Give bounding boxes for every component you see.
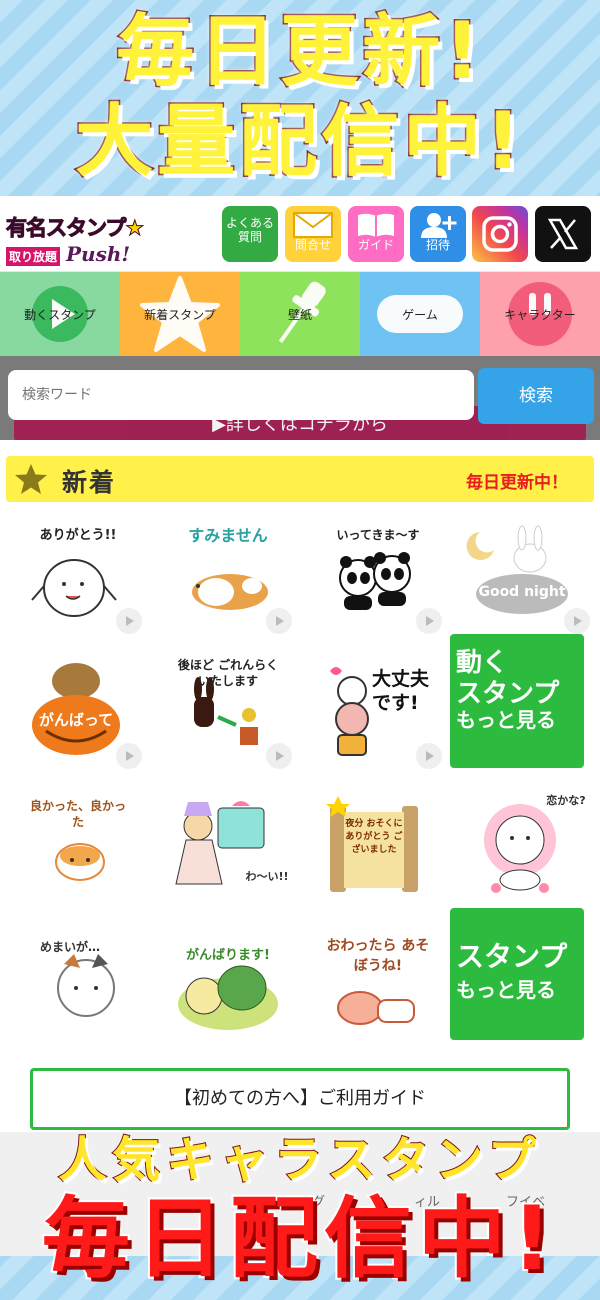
play-badge-icon [266,608,292,634]
play-badge-icon [416,608,442,634]
sticker-text: Good night [478,584,566,600]
new-section-header: 新着 毎日更新中！ [6,456,594,502]
sticker-text: いってきま～す [336,528,420,542]
sticker-text: 良かった、良かった [30,799,127,829]
logo-title: 有名スタンプ [5,216,126,241]
nav-label: ゲーム [402,307,438,322]
contact-button[interactable]: 問合せ [285,206,341,262]
invite-button[interactable]: 招待 [410,206,466,262]
contact-label: 問合せ [294,238,331,252]
faq-button[interactable]: よくある 質問 [222,206,278,262]
play-badge-icon [266,743,292,769]
sticker-text: わ～い!! [245,870,289,883]
sticker-text: めまいが… [40,940,101,954]
guide-label: ガイド [357,238,394,252]
sticker-text: 夜分 おそくに ありがとう ございました [345,819,403,855]
nav-new-stamps[interactable]: 新着スタンプ [120,272,240,356]
sticker-good-night[interactable]: Good night [460,516,592,636]
app-logo[interactable]: 有名スタンプ★ 取り放題 Push! [5,212,166,266]
sticker-ill-do-my-best[interactable]: がんばります! [162,924,294,1044]
instagram-button[interactable] [472,206,528,262]
guide-button[interactable]: ガイド [348,206,404,262]
sticker-text: がんばって [38,711,114,729]
nav-game[interactable]: ゲーム [360,272,480,356]
sticker-thank-you[interactable]: ありがとう!! [12,516,144,636]
more-stamps-button[interactable]: スタンプ もっと見る [450,908,584,1040]
invite-label: 招待 [425,238,450,252]
nav-label: 新着スタンプ [144,307,216,322]
nav-label: 動くスタンプ [24,307,96,322]
sticker-glad[interactable]: 良かった、良かった [12,788,144,908]
nav-animated-stamps[interactable]: 動くスタンプ [0,272,120,356]
sticker-yay[interactable]: わ～い!! [162,788,294,908]
logo-star: ★ [125,216,145,241]
more-stamps-line1: スタンプ [456,940,568,973]
more-animated-stamps-button[interactable]: 動く スタンプ もっと見る [450,634,584,768]
sticker-love[interactable]: 恋かな? [460,788,592,908]
sticker-its-ok[interactable]: 大丈夫です! [312,651,444,771]
app-screen: 有名スタンプ★ 取り放題 Push! よくある 質問 問合せ ガイド 招待 動くス… [0,196,600,1256]
sticker-contact-later[interactable]: 後ほど ごれんらく いたします [162,651,294,771]
x-button[interactable] [535,206,591,262]
more-animated-line2: スタンプ [456,678,560,709]
nav-wallpaper[interactable]: 壁紙 [240,272,360,356]
search-area: ▶詳しくはコチラから 検索 [0,356,600,440]
play-badge-icon [564,608,590,634]
x-icon [547,218,579,250]
nav-label: キャラクター [504,307,576,322]
app-header: 有名スタンプ★ 取り放題 Push! よくある 質問 問合せ ガイド 招待 [0,196,600,272]
sticker-do-your-best[interactable]: がんばって [12,651,144,771]
promo-headline-3: 人気キャラスタンプ [57,1131,542,1189]
more-animated-line3: もっと見る [456,708,556,733]
sticker-illustration [178,965,278,1030]
nav-label: 壁紙 [287,307,312,322]
sticker-heading-out[interactable]: いってきま～す [312,516,444,636]
sticker-lets-play-later[interactable]: おわったら あそぼうね! [312,924,444,1044]
play-badge-icon [416,743,442,769]
instagram-icon [482,216,518,252]
sticker-illustration [175,801,265,885]
sticker-sorry[interactable]: すみません [162,516,294,636]
sticker-text: がんばります! [186,948,270,963]
promo-headline-4: 毎日配信中! [40,1185,559,1292]
more-animated-line1: 動く [456,648,509,678]
sticker-dizzy[interactable]: めまいが… [12,924,144,1044]
promo-headline-1: 毎日更新! [115,6,484,99]
sticker-text: おわったら あそぼうね! [326,938,430,974]
beginners-guide-button[interactable]: 【初めての方へ】ご利用ガイド [30,1068,570,1130]
promo-headline-2: 大量配信中! [74,96,525,189]
category-nav: 動くスタンプ 新着スタンプ 壁紙 ゲーム キャラクター [0,272,600,356]
sticker-text: 恋かな? [546,794,586,807]
sticker-late-thanks[interactable]: 夜分 おそくに ありがとう ございました [312,788,444,908]
add-user-icon [421,213,457,238]
logo-push: Push! [66,242,131,266]
logo-subtitle: 取り放題 [6,247,61,266]
play-badge-icon [116,743,142,769]
envelope-icon [293,212,333,238]
play-badge-icon [116,608,142,634]
search-button[interactable]: 検索 [478,368,594,424]
more-stamps-line2: もっと見る [456,978,556,1003]
new-section-subtitle: 毎日更新中！ [466,473,568,493]
sticker-text: 大丈夫です! [372,668,430,714]
sticker-text: すみません [188,526,268,545]
faq-label: よくある 質問 [225,216,274,244]
sticker-text: 後ほど ごれんらく いたします [177,658,279,688]
sticker-text: ありがとう!! [39,528,117,543]
nav-character[interactable]: キャラクター [480,272,600,356]
book-icon [358,213,394,237]
new-section-title: 新着 [62,468,117,497]
search-input[interactable] [8,370,474,420]
star-icon [15,464,47,494]
